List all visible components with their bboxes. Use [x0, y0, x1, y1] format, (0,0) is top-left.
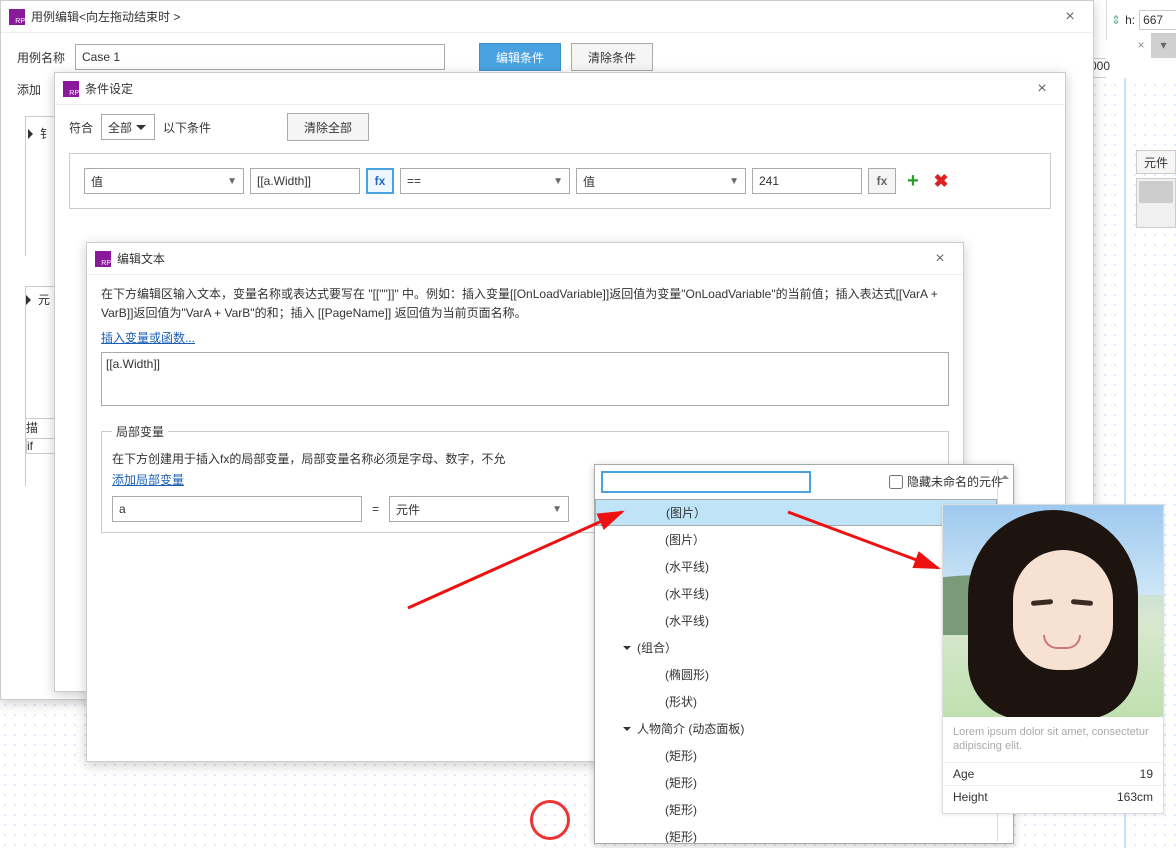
- edit-text-description: 在下方编辑区输入文本，变量名称或表达式要写在 "[[""]]" 中。例如：插入变…: [101, 285, 949, 323]
- case-name-label: 用例名称: [17, 49, 65, 66]
- widget-list-item[interactable]: (水平线): [595, 607, 997, 634]
- heart-circle-icon: [530, 800, 570, 840]
- h-input[interactable]: [1139, 10, 1176, 30]
- left-stub-1: 钅: [25, 116, 55, 256]
- cond-operator-select[interactable]: ==▼: [400, 168, 570, 194]
- tab-dropdown-icon[interactable]: ▾: [1151, 33, 1176, 58]
- clear-all-button[interactable]: 清除全部: [287, 113, 369, 141]
- cond-value-2-input[interactable]: [752, 168, 862, 194]
- match-prefix: 符合: [69, 119, 93, 136]
- condition-row: 值▼ fx ==▼ 值▼ fx + ✖: [84, 168, 1036, 194]
- edit-text-title: 编辑文本: [117, 250, 925, 267]
- match-suffix: 以下条件: [163, 119, 211, 136]
- widget-list-item[interactable]: (图片）: [595, 526, 997, 553]
- widget-search-input[interactable]: [601, 471, 811, 493]
- side-panel-peek: 元件: [1136, 150, 1176, 240]
- local-var-type-select[interactable]: 元件▼: [389, 496, 569, 522]
- widget-list-item[interactable]: (矩形): [595, 823, 997, 843]
- expression-textarea[interactable]: [101, 352, 949, 406]
- height-icon: ⇕: [1111, 13, 1121, 27]
- preview-card: Lorem ipsum dolor sit amet, consectetur …: [942, 504, 1164, 814]
- cond-value-1-input[interactable]: [250, 168, 360, 194]
- widget-list-item[interactable]: (矩形): [595, 742, 997, 769]
- side-panel-label: 元件: [1136, 150, 1176, 174]
- case-editor-titlebar: 用例编辑<向左拖动结束时 > ×: [1, 1, 1093, 33]
- left-stub-2: 元 描 if: [25, 286, 55, 486]
- hide-unnamed-checkbox[interactable]: 隐藏未命名的元件: [889, 473, 1003, 490]
- rp-icon: [9, 9, 25, 25]
- condition-title: 条件设定: [85, 80, 1027, 97]
- add-local-var-link[interactable]: 添加局部变量: [112, 473, 184, 487]
- rp-icon: [63, 81, 79, 97]
- widget-list-item[interactable]: (水平线): [595, 580, 997, 607]
- match-select[interactable]: 全部: [101, 114, 155, 140]
- card-age-row: Age19: [943, 762, 1163, 785]
- remove-condition-icon[interactable]: ✖: [930, 171, 952, 192]
- case-name-input[interactable]: [75, 44, 445, 70]
- add-condition-icon[interactable]: +: [902, 170, 924, 193]
- card-lorem: Lorem ipsum dolor sit amet, consectetur …: [943, 717, 1163, 762]
- local-var-name-input[interactable]: [112, 496, 362, 522]
- insert-var-link[interactable]: 插入变量或函数...: [101, 331, 195, 345]
- close-icon[interactable]: ×: [925, 250, 955, 268]
- cond-type-1-select[interactable]: 值▼: [84, 168, 244, 194]
- condition-titlebar: 条件设定 ×: [55, 73, 1065, 105]
- card-image: [943, 505, 1163, 717]
- clear-condition-button[interactable]: 清除条件: [571, 43, 653, 71]
- cond-type-2-select[interactable]: 值▼: [576, 168, 746, 194]
- close-icon[interactable]: ×: [1027, 80, 1057, 98]
- widget-list[interactable]: (图片）(图片）(水平线)(水平线)(水平线)(组合）(椭圆形)(形状)人物简介…: [595, 499, 997, 843]
- match-row: 符合 全部 以下条件 清除全部: [69, 113, 1051, 141]
- edit-condition-button[interactable]: 编辑条件: [479, 43, 561, 71]
- widget-list-item[interactable]: (水平线): [595, 553, 997, 580]
- case-editor-title: 用例编辑<向左拖动结束时 >: [31, 8, 1055, 25]
- fx-button-active[interactable]: fx: [366, 168, 394, 194]
- condition-box: 值▼ fx ==▼ 值▼ fx + ✖: [69, 153, 1051, 209]
- widget-list-item[interactable]: (组合）: [595, 634, 997, 661]
- widget-list-item[interactable]: (形状): [595, 688, 997, 715]
- widget-list-item[interactable]: (椭圆形): [595, 661, 997, 688]
- card-height-row: Height163cm: [943, 785, 1163, 808]
- widget-list-item[interactable]: (矩形): [595, 796, 997, 823]
- triangle-icon: [28, 129, 38, 139]
- close-icon[interactable]: ×: [1055, 8, 1085, 26]
- widget-list-item[interactable]: (图片）: [595, 499, 997, 526]
- scrollbar[interactable]: [1136, 178, 1176, 228]
- equals-label: =: [372, 502, 379, 516]
- triangle-icon: [26, 295, 36, 305]
- widget-list-item[interactable]: 人物简介 (动态面板): [595, 715, 997, 742]
- hide-unnamed-cb[interactable]: [889, 475, 903, 489]
- widget-list-item[interactable]: (矩形): [595, 769, 997, 796]
- h-label: h:: [1125, 13, 1135, 27]
- rp-icon: [95, 251, 111, 267]
- fx-button[interactable]: fx: [868, 168, 896, 194]
- edit-text-titlebar: 编辑文本 ×: [87, 243, 963, 275]
- tab-right-controls: × ▾: [1106, 30, 1176, 60]
- local-vars-legend: 局部变量: [112, 423, 168, 440]
- tab-close-icon[interactable]: ×: [1131, 38, 1151, 52]
